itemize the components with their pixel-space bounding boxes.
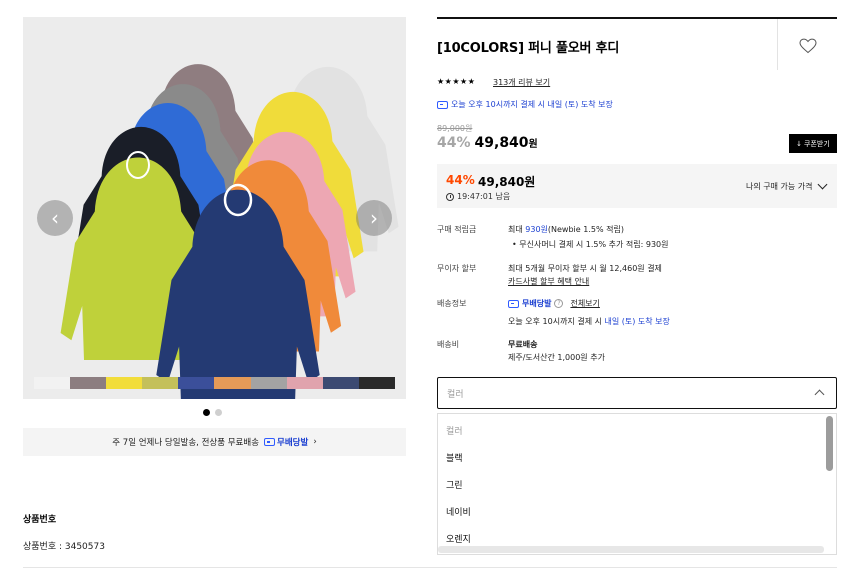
chevron-left-icon: ‹ xyxy=(51,206,59,230)
pagination-dot-active[interactable] xyxy=(203,409,210,416)
color-dropdown[interactable]: 컬러 블랙 그린 네이비 오렌지 xyxy=(437,413,837,555)
clock-icon xyxy=(446,192,454,201)
fee-label: 배송비 xyxy=(437,340,460,349)
color-swatch xyxy=(178,377,215,389)
color-swatch-strip xyxy=(34,377,395,389)
chevron-right-icon: › xyxy=(370,206,378,230)
price-row: 44% 49,840 원 xyxy=(437,135,538,151)
original-price: 89,000원 xyxy=(437,124,473,133)
shipping-label: 배송정보 xyxy=(437,299,467,308)
view-all-link[interactable]: 전체보기 xyxy=(570,298,599,309)
color-swatch xyxy=(322,377,359,389)
hoodies-illustration xyxy=(60,64,399,399)
installment-link[interactable]: 카드사별 할부 혜택 안내 xyxy=(508,276,589,287)
installment-label: 무이자 할부 xyxy=(437,264,477,273)
chevron-right-icon: › xyxy=(313,437,317,447)
extra-fee: 제주/도서산간 1,000원 추가 xyxy=(508,353,605,362)
promo-text: 주 7일 언제나 당일발송, 전상품 무료배송 xyxy=(112,438,260,448)
shipping-promo-banner[interactable]: 주 7일 언제나 당일발송, 전상품 무료배송 무배당발 › xyxy=(23,428,406,456)
points-label: 구매 적립금 xyxy=(437,225,477,234)
color-swatch xyxy=(286,377,323,389)
truck-icon xyxy=(264,438,276,446)
product-title: [10COLORS] 퍼니 풀오버 후디 xyxy=(437,41,620,56)
divider xyxy=(23,567,837,568)
option-orange[interactable]: 오렌지 xyxy=(446,532,471,545)
currency-unit: 원 xyxy=(528,139,538,150)
heart-icon[interactable] xyxy=(799,38,817,54)
vertical-scrollbar[interactable] xyxy=(826,416,833,471)
review-link[interactable]: 313개 리뷰 보기 xyxy=(493,77,550,88)
option-green[interactable]: 그린 xyxy=(446,478,463,491)
color-swatch xyxy=(142,377,179,389)
divider xyxy=(777,19,778,70)
sale-price: 49,840 xyxy=(474,135,529,151)
color-swatch xyxy=(358,377,395,389)
shipping-brand: 무배당발 xyxy=(522,299,552,308)
color-swatch xyxy=(106,377,143,389)
chevron-down-icon xyxy=(817,179,827,190)
shipping-info: 무배당발 ? 전체보기 xyxy=(508,298,600,309)
color-swatch xyxy=(214,377,251,389)
option-placeholder[interactable]: 컬러 xyxy=(446,424,463,437)
box-discount: 44% xyxy=(446,173,475,187)
promo-brand: 무배당발 xyxy=(264,436,308,448)
color-swatch xyxy=(34,377,71,389)
my-price-toggle[interactable]: 나의 구매 가능 가격 xyxy=(746,179,827,192)
color-swatch xyxy=(70,377,107,389)
free-shipping: 무료배송 xyxy=(508,340,538,349)
truck-icon xyxy=(437,100,448,109)
countdown-timer: 19:47:01 남음 xyxy=(446,191,510,202)
prev-image-button[interactable]: ‹ xyxy=(37,200,73,236)
color-swatch xyxy=(250,377,287,389)
coupon-button[interactable]: ↓ 쿠폰받기 xyxy=(789,134,837,153)
help-icon[interactable]: ? xyxy=(554,299,564,308)
discount-rate: 44% xyxy=(437,135,471,151)
image-pagination[interactable] xyxy=(203,409,222,416)
color-select[interactable]: 컬러 xyxy=(437,377,837,409)
delivery-notice: 오늘 오후 10시까지 결제 시 내일 (토) 도착 보장 xyxy=(437,99,613,110)
points-bullet: • 무신사머니 결제 시 1.5% 추가 적립: 930원 xyxy=(512,240,669,249)
option-navy[interactable]: 네이비 xyxy=(446,505,471,518)
shipping-notice: 오늘 오후 10시까지 결제 시 내일 (토) 도착 보장 xyxy=(508,317,670,326)
product-image[interactable] xyxy=(23,17,406,399)
horizontal-scrollbar[interactable] xyxy=(438,546,824,553)
next-image-button[interactable]: › xyxy=(356,200,392,236)
rating-stars: ★★★★★ xyxy=(437,77,476,86)
points-value: 최대 930원(Newbie 1.5% 적립) xyxy=(508,225,624,234)
installment-text: 최대 5개월 무이자 할부 시 월 12,460원 결제 xyxy=(508,264,662,273)
product-number: 상품번호 : 3450573 xyxy=(23,542,105,552)
box-price: 49,840원 xyxy=(478,175,536,189)
truck-icon xyxy=(508,299,519,308)
section-title: 상품번호 xyxy=(23,515,57,525)
pagination-dot[interactable] xyxy=(215,409,222,416)
option-black[interactable]: 블랙 xyxy=(446,451,463,464)
download-icon: ↓ xyxy=(796,139,803,148)
chevron-up-icon xyxy=(814,389,825,400)
